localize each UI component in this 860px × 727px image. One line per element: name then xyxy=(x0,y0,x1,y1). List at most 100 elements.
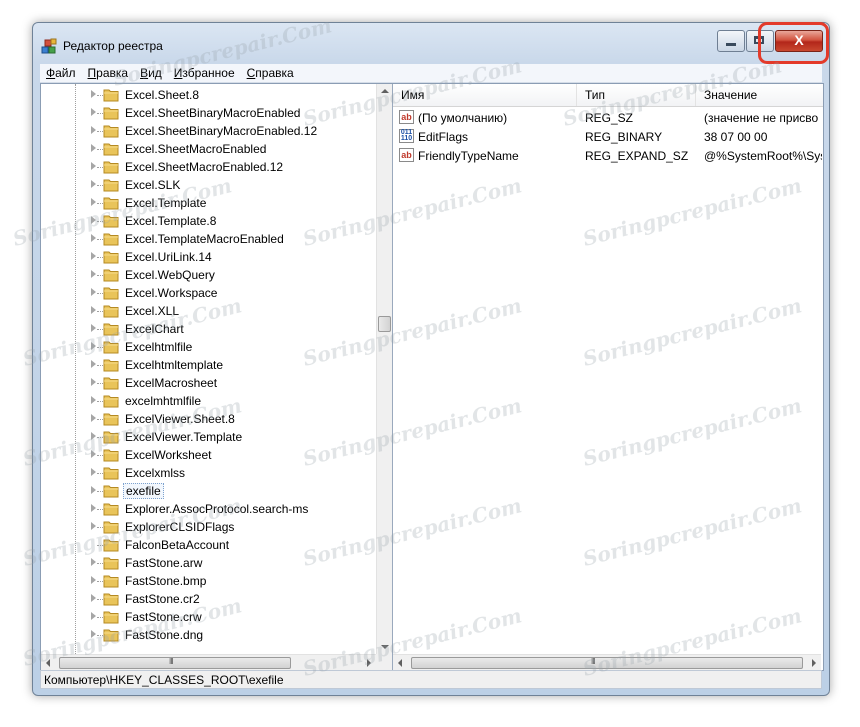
tree-item[interactable]: FastStone.dng xyxy=(41,626,376,644)
tree-vertical-scrollbar[interactable] xyxy=(376,84,392,654)
tree-scroll-thumb[interactable] xyxy=(378,316,391,332)
scroll-left-icon[interactable] xyxy=(398,659,402,667)
column-header-type[interactable]: Тип xyxy=(577,84,696,106)
menu-label-rest: равка xyxy=(96,66,129,80)
scroll-down-icon[interactable] xyxy=(381,645,389,649)
expand-arrow-icon[interactable] xyxy=(91,432,96,440)
registry-editor-window: Редактор реестра X Файл Правка Вид Избранно… xyxy=(32,22,830,696)
expand-arrow-icon[interactable] xyxy=(91,144,96,152)
tree-item[interactable]: Excel.SheetMacroEnabled.12 xyxy=(41,158,376,176)
menu-item-3[interactable]: Избранное xyxy=(168,66,241,80)
expand-arrow-icon[interactable] xyxy=(91,468,96,476)
expand-arrow-icon[interactable] xyxy=(91,324,96,332)
expand-arrow-icon[interactable] xyxy=(91,342,96,350)
tree-item[interactable]: Excel.SLK xyxy=(41,176,376,194)
expand-arrow-icon[interactable] xyxy=(91,90,96,98)
expand-arrow-icon[interactable] xyxy=(91,216,96,224)
scroll-right-icon[interactable] xyxy=(367,659,371,667)
folder-icon xyxy=(103,610,119,624)
tree-item[interactable]: Excel.XLL xyxy=(41,302,376,320)
values-hscroll-thumb[interactable] xyxy=(411,657,803,669)
expand-arrow-icon[interactable] xyxy=(91,594,96,602)
expand-arrow-icon[interactable] xyxy=(91,180,96,188)
tree-item[interactable]: ExcelMacrosheet xyxy=(41,374,376,392)
value-row[interactable]: 011 110 EditFlags REG_BINARY 38 07 00 00 xyxy=(393,127,823,146)
expand-arrow-icon[interactable] xyxy=(91,162,96,170)
tree-item[interactable]: ExplorerCLSIDFlags xyxy=(41,518,376,536)
tree-item[interactable]: ExcelViewer.Sheet.8 xyxy=(41,410,376,428)
scroll-up-icon[interactable] xyxy=(381,89,389,93)
menu-item-1[interactable]: Правка xyxy=(82,66,135,80)
tree-item-label: FastStone.dng xyxy=(125,628,204,642)
expand-arrow-icon[interactable] xyxy=(91,504,96,512)
tree-item[interactable]: excelmhtmlfile xyxy=(41,392,376,410)
window-title: Редактор реестра xyxy=(63,39,163,53)
key-tree[interactable]: Excel.Sheet.8 Excel.SheetBinaryMacroEnabl… xyxy=(41,84,376,654)
value-row[interactable]: ab FriendlyTypeName REG_EXPAND_SZ @%SystemR… xyxy=(393,146,823,165)
expand-arrow-icon[interactable] xyxy=(91,252,96,260)
tree-item[interactable]: Excel.SheetMacroEnabled xyxy=(41,140,376,158)
tree-item-label: Excel.Template xyxy=(125,196,207,210)
menu-item-2[interactable]: Вид xyxy=(134,66,168,80)
tree-item[interactable]: Excel.Template xyxy=(41,194,376,212)
expand-arrow-icon[interactable] xyxy=(91,414,96,422)
tree-item[interactable]: FastStone.cr2 xyxy=(41,590,376,608)
tree-item[interactable]: Excelxmlss xyxy=(41,464,376,482)
menu-item-0[interactable]: Файл xyxy=(40,66,82,80)
tree-item[interactable]: Excel.WebQuery xyxy=(41,266,376,284)
expand-arrow-icon[interactable] xyxy=(91,306,96,314)
expand-arrow-icon[interactable] xyxy=(91,522,96,530)
tree-item[interactable]: FastStone.bmp xyxy=(41,572,376,590)
tree-item[interactable]: ExcelViewer.Template xyxy=(41,428,376,446)
expand-arrow-icon[interactable] xyxy=(91,108,96,116)
expand-arrow-icon[interactable] xyxy=(91,486,96,494)
tree-item[interactable]: Explorer.AssocProtocol.search-ms xyxy=(41,500,376,518)
scroll-left-icon[interactable] xyxy=(46,659,50,667)
expand-arrow-icon[interactable] xyxy=(91,360,96,368)
expand-arrow-icon[interactable] xyxy=(91,576,96,584)
tree-item[interactable]: exefile xyxy=(41,482,376,500)
expand-arrow-icon[interactable] xyxy=(91,288,96,296)
column-header-value[interactable]: Значение xyxy=(696,84,823,106)
tree-hscroll-thumb[interactable] xyxy=(59,657,291,669)
menu-label-rest: ид xyxy=(148,66,162,80)
value-name: FriendlyTypeName xyxy=(418,149,519,163)
tree-item[interactable]: Excel.Workspace xyxy=(41,284,376,302)
tree-item[interactable]: FastStone.arw xyxy=(41,554,376,572)
expand-arrow-icon[interactable] xyxy=(91,396,96,404)
expand-arrow-icon[interactable] xyxy=(91,558,96,566)
menu-bar: Файл Правка Вид Избранное Справка xyxy=(40,64,822,83)
tree-item[interactable]: Excelhtmlfile xyxy=(41,338,376,356)
expand-arrow-icon[interactable] xyxy=(91,126,96,134)
values-list-pane: Имя Тип Значение ab (По умолчанию) REG_SZ (… xyxy=(393,84,823,670)
expand-arrow-icon[interactable] xyxy=(91,198,96,206)
tree-item[interactable]: Excel.SheetBinaryMacroEnabled xyxy=(41,104,376,122)
expand-arrow-icon[interactable] xyxy=(91,378,96,386)
tree-item[interactable]: Excelhtmltemplate xyxy=(41,356,376,374)
column-header-name[interactable]: Имя xyxy=(393,84,577,106)
tree-item[interactable]: Excel.UriLink.14 xyxy=(41,248,376,266)
tree-horizontal-scrollbar[interactable]: III xyxy=(41,654,376,670)
expand-arrow-icon[interactable] xyxy=(91,612,96,620)
tree-item[interactable]: ExcelChart xyxy=(41,320,376,338)
tree-item[interactable]: Excel.Sheet.8 xyxy=(41,86,376,104)
tree-item[interactable]: Excel.TemplateMacroEnabled xyxy=(41,230,376,248)
expand-arrow-icon[interactable] xyxy=(91,234,96,242)
tree-item[interactable]: Excel.SheetBinaryMacroEnabled.12 xyxy=(41,122,376,140)
menu-item-4[interactable]: Справка xyxy=(241,66,300,80)
title-bar[interactable]: Редактор реестра X xyxy=(33,23,829,63)
tree-item-label: Excel.Sheet.8 xyxy=(125,88,200,102)
value-row[interactable]: ab (По умолчанию) REG_SZ (значение не присв… xyxy=(393,108,823,127)
expand-arrow-icon[interactable] xyxy=(91,450,96,458)
expand-arrow-icon[interactable] xyxy=(91,270,96,278)
tree-item[interactable]: ExcelWorksheet xyxy=(41,446,376,464)
minimize-button[interactable] xyxy=(717,30,745,52)
tree-item[interactable]: FalconBetaAccount xyxy=(41,536,376,554)
expand-arrow-icon[interactable] xyxy=(91,630,96,638)
tree-item[interactable]: FastStone.crw xyxy=(41,608,376,626)
scroll-right-icon[interactable] xyxy=(812,659,816,667)
values-horizontal-scrollbar[interactable]: III xyxy=(393,654,821,670)
value-value: 38 07 00 00 xyxy=(704,130,768,144)
tree-item[interactable]: Excel.Template.8 xyxy=(41,212,376,230)
values-hscroll-grip: III xyxy=(591,657,596,666)
